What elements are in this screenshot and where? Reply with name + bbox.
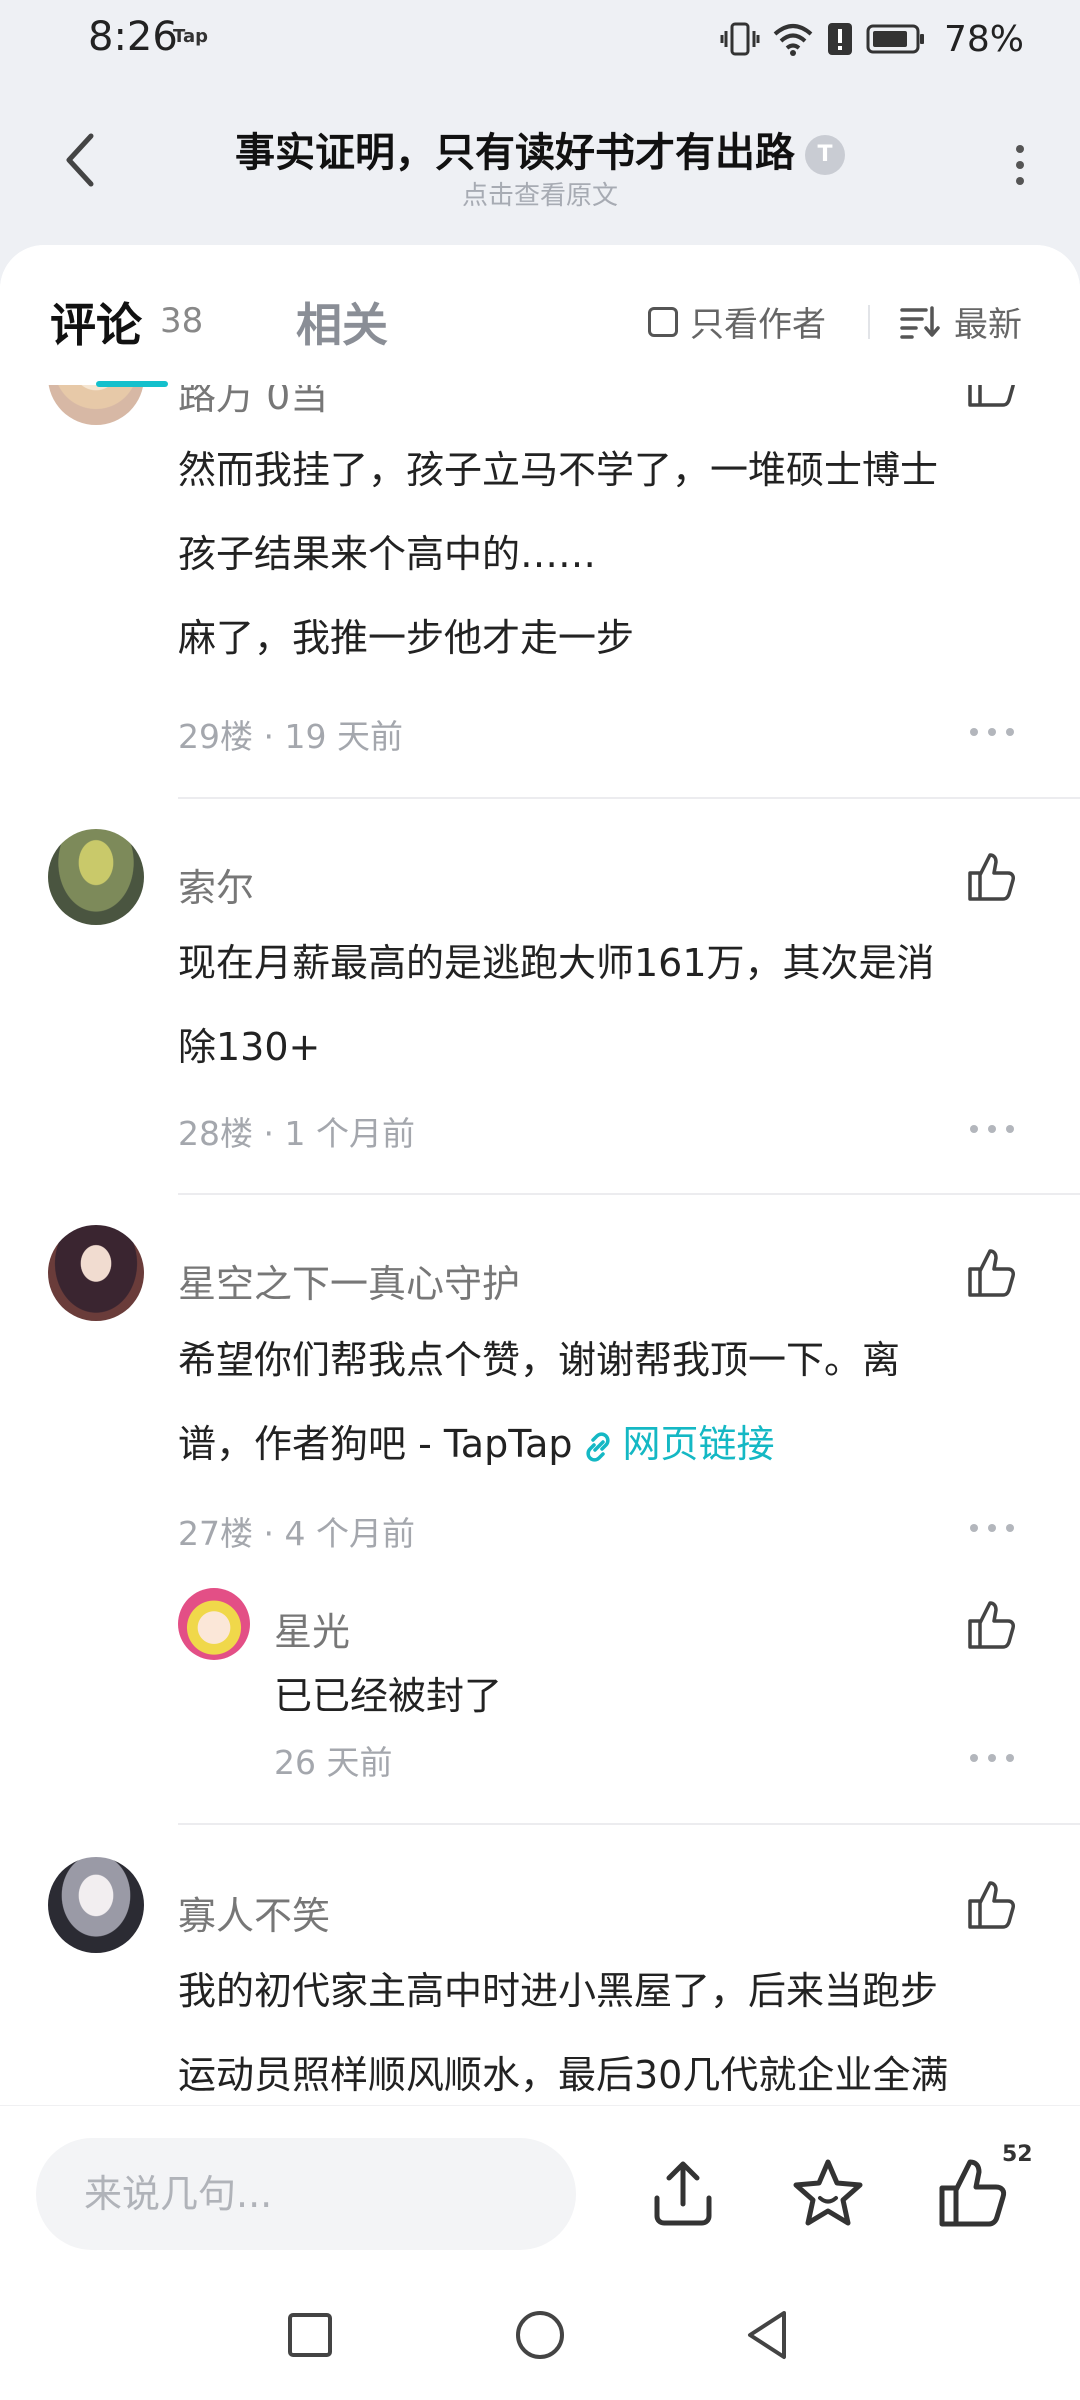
reply-avatar[interactable] [178, 1588, 250, 1660]
comment-line: 现在月薪最高的是逃跑大师161万，其次是消 [178, 941, 935, 985]
vibrate-icon [720, 22, 760, 56]
comments-card: 路万 0当 然而我挂了，孩子立马不学了，一堆硕士博士 孩子结果来个高中的…… 麻… [0, 245, 1080, 2105]
avatar[interactable] [48, 1857, 144, 1953]
comment-more-button[interactable] [970, 1125, 1014, 1135]
header: 事实证明，只有读好书才有出路 T 点击查看原文 [0, 80, 1080, 250]
system-nav-bar [0, 2275, 1080, 2400]
view-original-link[interactable]: 点击查看原文 [0, 175, 1080, 212]
floor-number: 29楼 [178, 717, 253, 756]
divider [178, 1823, 1080, 1825]
comment-meta: 28楼 · 1 个月前 [178, 1114, 415, 1153]
comment-more-button[interactable] [970, 728, 1014, 738]
comment-username[interactable]: 星空之下一真心守护 [178, 1253, 520, 1308]
reply-more-button[interactable] [970, 1754, 1014, 1764]
like-icon[interactable] [962, 1245, 1018, 1301]
reply-username[interactable]: 星光 [274, 1601, 350, 1656]
sort-icon [900, 305, 940, 339]
author-only-filter[interactable]: 只看作者 [648, 297, 826, 346]
title-text: 事实证明，只有读好书才有出路 [235, 130, 795, 176]
link-icon [585, 1431, 610, 1462]
alert-icon [828, 23, 852, 55]
more-options-button[interactable] [1000, 135, 1040, 195]
comment-meta: 27楼 · 4 个月前 [178, 1514, 415, 1553]
comment-line: 运动员照样顺风顺水，最后30几代就企业全满 [178, 2053, 949, 2097]
comment-text: 希望你们帮我点个赞，谢谢帮我顶一下。离 谱，作者狗吧 - TapTap 网页链接 [178, 1318, 1038, 1486]
favorite-star-icon[interactable] [788, 2154, 868, 2234]
comment-time: 19 天前 [284, 717, 403, 756]
comment-text: 现在月薪最高的是逃跑大师161万，其次是消 除130+ [178, 921, 1038, 1089]
like-icon[interactable] [932, 2154, 1012, 2234]
comment-line: 孩子结果来个高中的…… [178, 532, 597, 576]
status-time: 8:26 [88, 14, 178, 60]
comment-text: 然而我挂了，孩子立马不学了，一堆硕士博士 孩子结果来个高中的…… 麻了，我推一步… [178, 428, 1038, 680]
like-icon[interactable] [962, 1877, 1018, 1933]
like-count: 52 [1002, 2142, 1033, 2167]
like-icon[interactable] [962, 1597, 1018, 1653]
author-badge-icon: T [805, 135, 845, 175]
divider [178, 797, 1080, 799]
avatar[interactable] [48, 1225, 144, 1321]
comment-time: 1 个月前 [284, 1114, 415, 1153]
like-icon[interactable] [962, 849, 1018, 905]
tab-comments[interactable]: 评论 [50, 289, 142, 355]
wifi-icon [773, 24, 813, 56]
sort-label: 最新 [954, 305, 1022, 345]
checkbox-icon [648, 306, 678, 337]
page-title[interactable]: 事实证明，只有读好书才有出路 T [0, 120, 1080, 178]
comment-input[interactable]: 来说几句... [36, 2138, 576, 2250]
comment-text: 我的初代家主高中时进小黑屋了，后来当跑步 运动员照样顺风顺水，最后30几代就企业… [178, 1949, 1038, 2105]
sort-button[interactable]: 最新 [900, 297, 1022, 346]
author-only-label: 只看作者 [690, 305, 826, 345]
comment-line-text: 谱，作者狗吧 - TapTap [178, 1422, 573, 1466]
comment-line: 我的初代家主高中时进小黑屋了，后来当跑步 [178, 1969, 939, 2013]
back-triangle-icon[interactable] [738, 2305, 798, 2365]
tab-active-indicator [96, 381, 168, 387]
recent-apps-square-icon[interactable] [280, 2305, 340, 2365]
divider [178, 1193, 1080, 1195]
comment-username[interactable]: 寡人不笑 [178, 1885, 330, 1940]
comment-line: 希望你们帮我点个赞，谢谢帮我顶一下。离 [178, 1338, 901, 1382]
status-icons: 78% [720, 16, 1024, 62]
comment-line: 麻了，我推一步他才走一步 [178, 616, 635, 660]
status-app-tag: Tap [173, 26, 208, 47]
floor-number: 27楼 [178, 1514, 253, 1553]
bottom-action-bar: 来说几句... 52 [0, 2105, 1080, 2275]
tab-bar: 评论 38 相关 只看作者 最新 [0, 245, 1080, 387]
comment-line: 然而我挂了，孩子立马不学了，一堆硕士博士 [178, 448, 939, 492]
battery-percent: 78% [944, 18, 1025, 60]
avatar[interactable] [48, 829, 144, 925]
home-circle-icon[interactable] [510, 2305, 570, 2365]
comment-username[interactable]: 索尔 [178, 857, 254, 912]
comment-meta: 29楼 · 19 天前 [178, 717, 403, 756]
floor-number: 28楼 [178, 1114, 253, 1153]
comment-line: 谱，作者狗吧 - TapTap 网页链接 [178, 1402, 1038, 1486]
status-bar: 8:26 Tap 78% [0, 0, 1080, 80]
tab-related[interactable]: 相关 [296, 289, 388, 355]
web-link[interactable]: 网页链接 [623, 1422, 775, 1466]
comment-line: 除130+ [178, 1025, 321, 1069]
comment-time: 4 个月前 [284, 1514, 415, 1553]
battery-icon [866, 24, 924, 54]
reply-text: 已已经被封了 [274, 1674, 503, 1718]
reply-time: 26 天前 [274, 1743, 393, 1782]
comment-count: 38 [160, 301, 204, 341]
divider [868, 305, 870, 339]
share-icon[interactable] [643, 2154, 723, 2234]
comment-more-button[interactable] [970, 1524, 1014, 1534]
